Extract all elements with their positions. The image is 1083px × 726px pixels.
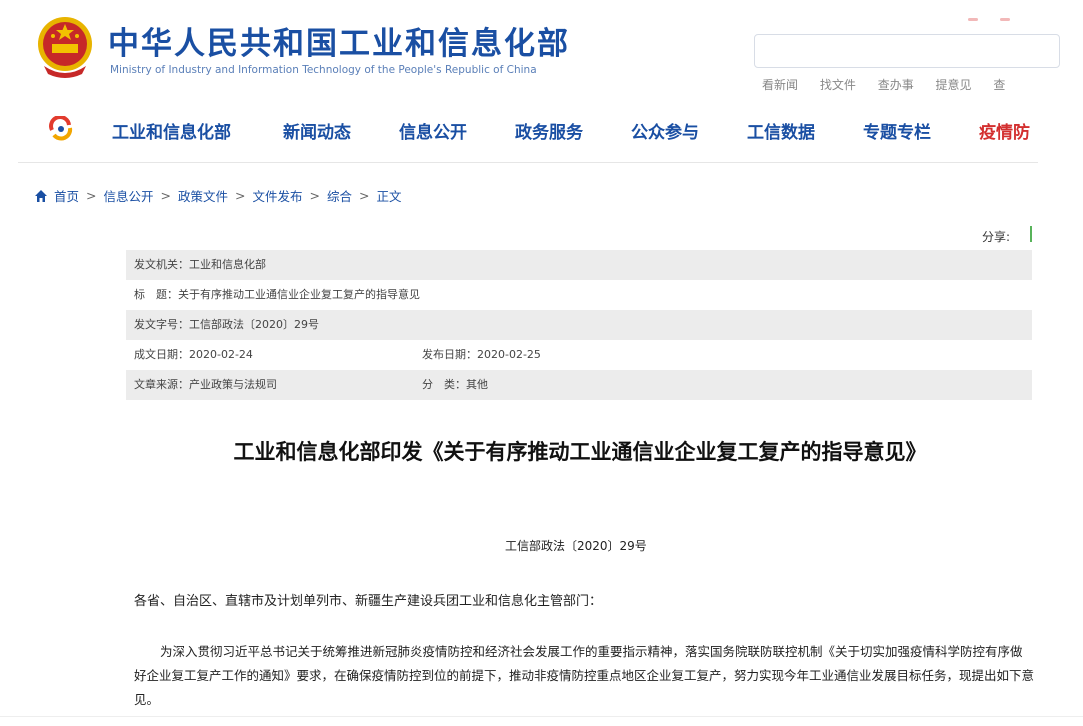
nav-item-gov-services[interactable]: 政务服务 xyxy=(515,118,583,143)
nav-item-news[interactable]: 新闻动态 xyxy=(283,118,351,143)
nav-item-epidemic[interactable]: 疫情防 xyxy=(979,118,1030,143)
search-input[interactable] xyxy=(754,34,1060,68)
meta-row-doc-number: 发文字号：工信部政法〔2020〕29号 xyxy=(126,310,1032,340)
nav-item-info-disclosure[interactable]: 信息公开 xyxy=(399,118,467,143)
breadcrumb-separator: > xyxy=(235,188,246,203)
nav-item-special-topics[interactable]: 专题专栏 xyxy=(863,118,931,143)
article-title: 工业和信息化部印发《关于有序推动工业通信业企业复工复产的指导意见》 xyxy=(233,440,927,464)
breadcrumb-info-disclosure[interactable]: 信息公开 xyxy=(104,186,154,205)
meta-doc-number: 发文字号：工信部政法〔2020〕29号 xyxy=(134,318,319,331)
meta-written-date: 成文日期：2020-02-24 xyxy=(134,348,253,361)
quick-links: 看新闻 找文件 查办事 提意见 查 xyxy=(762,76,1023,93)
meta-publish-date: 发布日期：2020-02-25 xyxy=(422,348,541,361)
article-addressee: 各省、自治区、直辖市及计划单列市、新疆生产建设兵团工业和信息化主管部门： xyxy=(134,594,603,609)
quick-link-services[interactable]: 查办事 xyxy=(878,78,914,92)
main-nav: 工业和信息化部 新闻动态 信息公开 政务服务 公众参与 工信数据 专题专栏 疫情… xyxy=(0,108,1083,152)
quick-link-more[interactable]: 查 xyxy=(993,78,1005,92)
nav-item-public-participation[interactable]: 公众参与 xyxy=(631,118,699,143)
article-paragraph: 为深入贯彻习近平总书记关于统筹推进新冠肺炎疫情防控和经济社会发展工作的重要指示精… xyxy=(134,644,1034,707)
meta-source: 文章来源：产业政策与法规司 xyxy=(134,378,277,391)
quick-link-feedback[interactable]: 提意见 xyxy=(936,78,972,92)
document-meta-table: 发文机关：工业和信息化部 标 题：关于有序推动工业通信业企业复工复产的指导意见 … xyxy=(126,250,1032,400)
share-icon[interactable] xyxy=(1030,226,1032,242)
home-icon[interactable] xyxy=(34,189,48,203)
meta-issuer: 发文机关：工业和信息化部 xyxy=(134,258,266,271)
breadcrumb-separator: > xyxy=(359,188,370,203)
breadcrumb-general[interactable]: 综合 xyxy=(327,186,352,205)
quick-link-files[interactable]: 找文件 xyxy=(820,78,856,92)
decorative-dots xyxy=(968,6,1032,25)
site-title[interactable]: 中华人民共和国工业和信息化部 xyxy=(108,18,570,63)
breadcrumb-separator: > xyxy=(160,188,171,203)
meta-title: 标 题：关于有序推动工业通信业企业复工复产的指导意见 xyxy=(134,288,420,301)
miit-logo-icon[interactable] xyxy=(48,116,74,142)
nav-divider xyxy=(18,162,1038,163)
share-label: 分享: xyxy=(982,230,1011,244)
breadcrumb: 首页 > 信息公开 > 政策文件 > 文件发布 > 综合 > 正文 xyxy=(34,186,402,205)
breadcrumb-home[interactable]: 首页 xyxy=(54,186,79,205)
meta-row-dates: 成文日期：2020-02-24 发布日期：2020-02-25 xyxy=(126,340,1032,370)
meta-row-title: 标 题：关于有序推动工业通信业企业复工复产的指导意见 xyxy=(126,280,1032,310)
meta-row-issuer: 发文机关：工业和信息化部 xyxy=(126,250,1032,280)
breadcrumb-separator: > xyxy=(86,188,97,203)
meta-row-source: 文章来源：产业政策与法规司 分 类：其他 xyxy=(126,370,1032,400)
breadcrumb-current: 正文 xyxy=(376,189,402,204)
nav-item-ministry[interactable]: 工业和信息化部 xyxy=(112,118,231,143)
page-divider xyxy=(0,716,1083,717)
nav-item-data[interactable]: 工信数据 xyxy=(747,118,815,143)
breadcrumb-separator: > xyxy=(309,188,320,203)
breadcrumb-doc-release[interactable]: 文件发布 xyxy=(253,186,303,205)
breadcrumb-policy-docs[interactable]: 政策文件 xyxy=(178,186,228,205)
meta-category: 分 类：其他 xyxy=(422,378,488,391)
site-header: 中华人民共和国工业和信息化部 Ministry of Industry and … xyxy=(0,0,1083,100)
article-doc-number: 工信部政法〔2020〕29号 xyxy=(505,539,647,553)
national-emblem-icon xyxy=(38,17,92,78)
quick-link-news[interactable]: 看新闻 xyxy=(762,78,798,92)
site-subtitle: Ministry of Industry and Information Tec… xyxy=(110,64,537,76)
